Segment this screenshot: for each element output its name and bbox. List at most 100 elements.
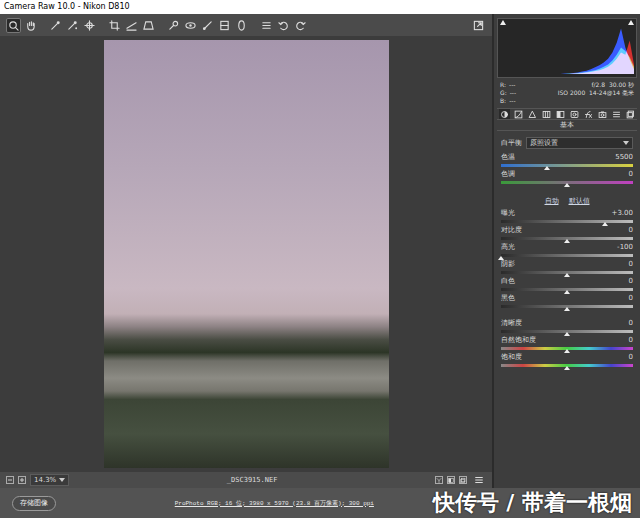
settings-icon[interactable] [471, 473, 486, 488]
workflow-options-link[interactable]: ProPhoto RGB; 16 位; 3980 x 5970 (23.8 百万… [66, 499, 423, 508]
slider-reading[interactable]: 0 [629, 336, 633, 345]
slider-group: 色温 5500 色调 0 [497, 153, 637, 187]
slider-label-row: 曝光+3.00 [501, 209, 633, 218]
link-button[interactable]: 自动 [545, 197, 559, 206]
slider-fill[interactable] [501, 330, 567, 333]
rgb-readout: B:--- [500, 97, 516, 105]
effects-tab-icon[interactable] [583, 109, 594, 119]
slider-track[interactable] [501, 254, 633, 257]
slider-fill[interactable] [501, 288, 567, 291]
slider-reading[interactable]: 0 [629, 319, 633, 328]
slider-row: 曝光+3.00 [497, 209, 637, 226]
link-button[interactable]: 默认值 [569, 197, 590, 206]
brush-tool-icon[interactable] [200, 18, 215, 33]
slider-row: 对比度 0 [497, 226, 637, 243]
slider-label-row: 清晰度0 [501, 319, 633, 328]
slider-reading[interactable]: 0 [629, 170, 633, 179]
slider-fill[interactable] [501, 347, 567, 350]
slider-fill[interactable] [501, 271, 567, 274]
readout-label: R: [500, 81, 506, 89]
detail-tab-icon[interactable] [527, 109, 538, 119]
rotate-right-tool-icon[interactable] [293, 18, 308, 33]
basic-tab-icon[interactable] [499, 109, 510, 119]
fullscreen-icon[interactable] [471, 18, 486, 33]
slider-group: 自动默认值曝光+3.00对比度0高光-100阴影0白色0黑色0 [497, 195, 637, 311]
transform-tool-icon[interactable] [141, 18, 156, 33]
lens-tab-icon[interactable] [569, 109, 580, 119]
slider-label-row: 阴影0 [501, 260, 633, 269]
zoom-in-icon[interactable] [18, 476, 26, 484]
slider-fill[interactable] [501, 364, 567, 367]
hand-tool-icon[interactable] [23, 18, 38, 33]
slider-reading[interactable]: 5500 [615, 153, 633, 162]
caret-icon [59, 478, 65, 482]
slider-track[interactable] [501, 347, 633, 350]
readout-value: --- [509, 81, 516, 89]
slider-track[interactable] [501, 237, 633, 240]
camera-tab-icon[interactable] [597, 109, 608, 119]
slider-label: 白色 [501, 277, 515, 286]
slider-label: 高光 [501, 243, 515, 252]
slider-label-row: 白色 0 [501, 277, 633, 286]
spot-removal-tool-icon[interactable] [166, 18, 181, 33]
save-button[interactable]: 存储图像 [12, 496, 56, 511]
slider-reading[interactable]: 0 [629, 226, 633, 235]
slider-label: 色调 [501, 170, 515, 179]
slider-reading[interactable]: 0 [629, 353, 633, 362]
hsl-tab-icon[interactable] [541, 109, 552, 119]
straighten-tool-icon[interactable] [124, 18, 139, 33]
zoom-out-icon[interactable] [6, 476, 14, 484]
targeted-adjust-tool-icon[interactable] [82, 18, 97, 33]
slider-track[interactable] [501, 330, 633, 333]
slider-row: 色调 0 [497, 170, 637, 187]
tone-curve-tab-icon[interactable] [513, 109, 524, 119]
rotate-left-tool-icon[interactable] [276, 18, 291, 33]
crop-tool-icon[interactable] [107, 18, 122, 33]
preferences-tool-icon[interactable] [259, 18, 274, 33]
rgb-readouts: R:---G:---B:--- [500, 81, 516, 105]
slider-reading[interactable]: -100 [617, 243, 633, 252]
photo-preview [104, 40, 389, 468]
graduated-filter-tool-icon[interactable] [217, 18, 232, 33]
slider-row: 自然饱和度0 [497, 336, 637, 353]
slider-row: 饱和度0 [497, 353, 637, 370]
highlight-clipping-icon[interactable] [628, 20, 634, 25]
slider-track[interactable] [501, 271, 633, 274]
slider-label-row: 黑色0 [501, 294, 633, 303]
slider-reading[interactable]: +3.00 [612, 209, 633, 218]
radial-filter-tool-icon[interactable] [234, 18, 249, 33]
auto-default-links: 自动 默认值 [497, 197, 637, 206]
slider-track[interactable] [501, 164, 633, 167]
slider-track[interactable] [501, 288, 633, 291]
white-balance-dropdown[interactable]: 原照设置 [526, 137, 633, 149]
red-eye-tool-icon[interactable] [183, 18, 198, 33]
swap-icon[interactable] [459, 476, 467, 484]
slider-reading[interactable]: 0 [629, 260, 633, 269]
zoom-tool-icon[interactable] [6, 18, 21, 33]
slider-label: 对比度 [501, 226, 522, 235]
toggle-view-icon[interactable] [447, 476, 455, 484]
presets-tab-icon[interactable] [611, 109, 622, 119]
slider-reading[interactable]: 0 [629, 294, 633, 303]
slider-track[interactable] [501, 181, 633, 184]
slider-label-row: 饱和度0 [501, 353, 633, 362]
before-after-icon[interactable] [435, 476, 443, 484]
slider-fill[interactable] [501, 305, 567, 308]
slider-track[interactable] [501, 220, 633, 223]
zoom-dropdown[interactable]: 14.3% [30, 474, 69, 486]
slider-fill[interactable] [501, 220, 605, 223]
color-sampler-tool-icon[interactable] [65, 18, 80, 33]
split-toning-tab-icon[interactable] [555, 109, 566, 119]
slider-track[interactable] [501, 305, 633, 308]
shadow-clipping-icon[interactable] [500, 20, 506, 25]
white-balance-tool-icon[interactable] [48, 18, 63, 33]
slider-label: 色温 [501, 153, 515, 162]
slider-reading[interactable]: 0 [629, 277, 633, 286]
slider-fill[interactable] [501, 237, 567, 240]
slider-fill[interactable] [501, 164, 547, 167]
slider-label-row: 高光 -100 [501, 243, 633, 252]
slider-fill[interactable] [501, 181, 567, 184]
slider-label-row: 自然饱和度0 [501, 336, 633, 345]
snapshots-tab-icon[interactable] [625, 109, 636, 119]
slider-track[interactable] [501, 364, 633, 367]
